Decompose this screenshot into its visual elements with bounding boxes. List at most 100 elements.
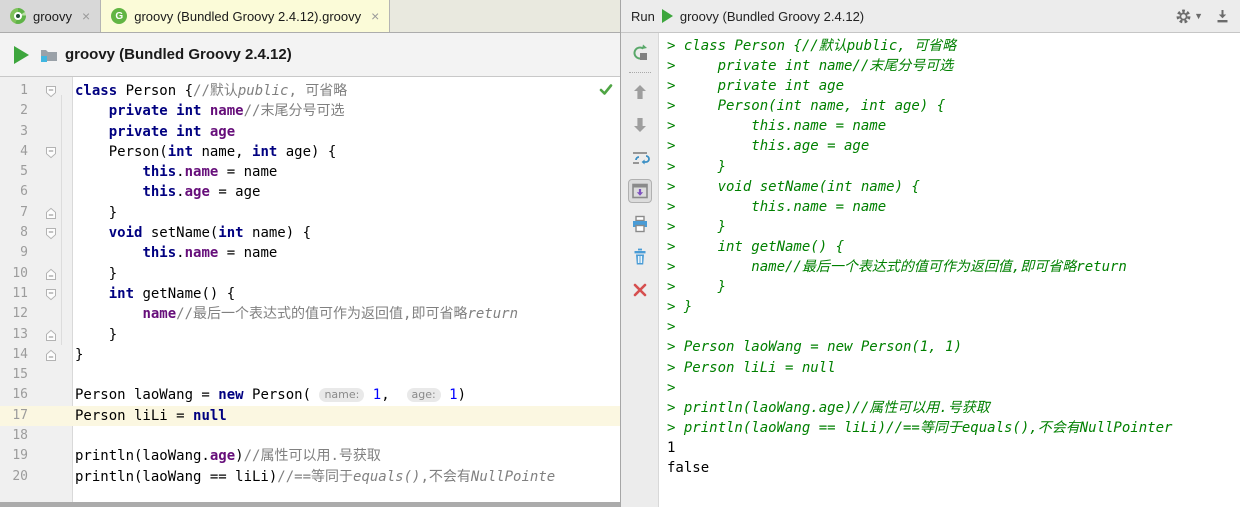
code-text: this.name = name (142, 245, 278, 262)
run-title: groovy (Bundled Groovy 2.4.12) (679, 8, 865, 24)
gear-icon[interactable]: ▼ (1175, 8, 1203, 25)
down-arrow-icon[interactable] (628, 113, 652, 137)
fold-open-icon[interactable] (45, 146, 57, 159)
fold-open-icon[interactable] (45, 85, 57, 98)
code-line[interactable]: 18 (0, 426, 620, 446)
line-number[interactable]: 19 (0, 446, 28, 466)
fold-column (28, 122, 72, 142)
code-line[interactable]: 8 void setName(int name) { (0, 223, 620, 243)
code-text: name//最后一个表达式的值可作为返回值,即可省略return (142, 306, 519, 323)
console-input-line: > println(laoWang == liLi)//==等同于equals(… (667, 419, 1173, 436)
console-input-line: > } (667, 158, 727, 175)
line-number[interactable]: 9 (0, 243, 28, 263)
line-number[interactable]: 8 (0, 223, 28, 243)
code-line[interactable]: 3 private int age (0, 122, 620, 142)
up-arrow-icon[interactable] (628, 80, 652, 104)
code-line[interactable]: 12 name//最后一个表达式的值可作为返回值,即可省略return (0, 304, 620, 324)
code-line[interactable]: 9 this.name = name (0, 243, 620, 263)
tab-close-icon[interactable]: × (371, 8, 379, 24)
toolbar-separator (628, 72, 651, 73)
line-number[interactable]: 11 (0, 284, 28, 304)
line-number[interactable]: 3 (0, 122, 28, 142)
fold-open-icon[interactable] (45, 227, 57, 240)
module-icon (41, 49, 57, 62)
inspections-ok-checkmark-icon[interactable] (599, 84, 613, 96)
fold-end-icon[interactable] (45, 349, 57, 362)
run-console-panel: Run groovy (Bundled Groovy 2.4.12) ▼ > c… (620, 0, 1240, 507)
code-line[interactable]: 11 int getName() { (0, 284, 620, 304)
code-text: } (75, 265, 118, 282)
code-text: this.name = name (142, 164, 278, 181)
line-number[interactable]: 15 (0, 365, 28, 385)
scroll-to-end-icon[interactable] (627, 179, 652, 203)
console-toolbar (621, 33, 659, 507)
line-number[interactable]: 16 (0, 385, 28, 405)
line-number[interactable]: 13 (0, 325, 28, 345)
code-line[interactable]: 1 class Person {//默认public, 可省略 (0, 81, 620, 101)
print-icon[interactable] (628, 212, 652, 236)
code-text: } (75, 204, 118, 221)
code-line[interactable]: 15 (0, 365, 620, 385)
close-icon[interactable] (628, 278, 652, 302)
console-input-line: > private int age (667, 78, 845, 95)
code-line[interactable]: 10 } (0, 264, 620, 284)
fold-column (28, 243, 72, 263)
code-line[interactable]: 4 Person(int name, int age) { (0, 142, 620, 162)
line-number[interactable]: 18 (0, 426, 28, 446)
line-number[interactable]: 17 (0, 406, 28, 426)
console-output[interactable]: > class Person {//默认public, 可省略 > private… (659, 33, 1240, 507)
line-number[interactable]: 1 (0, 81, 28, 101)
code-line[interactable]: 5 this.name = name (0, 162, 620, 182)
code-text: private int age (108, 123, 236, 140)
tab-close-icon[interactable]: × (82, 8, 90, 24)
console-input-line: > } (667, 279, 727, 296)
code-line[interactable]: 7 } (0, 203, 620, 223)
fold-open-icon[interactable] (45, 288, 57, 301)
run-status-play-icon (661, 9, 673, 23)
parameter-hint-chip: name: (319, 388, 365, 403)
fold-column (28, 304, 72, 324)
code-line[interactable]: 6 this.age = age (0, 182, 620, 202)
fold-end-icon[interactable] (45, 329, 57, 342)
code-text: Person(int name, int age) { (75, 143, 337, 160)
code-editor[interactable]: 1 class Person {//默认public, 可省略 2 private … (0, 77, 620, 502)
code-line-current[interactable]: 17 Person liLi = null (0, 405, 620, 427)
line-number[interactable]: 5 (0, 162, 28, 182)
run-config-name: groovy (Bundled Groovy 2.4.12) (65, 46, 292, 63)
fold-column (28, 426, 72, 446)
code-line[interactable]: 14} (0, 345, 620, 365)
console-input-line: > Person liLi = null (667, 359, 836, 376)
groovy-file-icon: G (111, 8, 128, 24)
run-button[interactable] (14, 45, 29, 64)
console-input-line: > Person laoWang = new Person(1, 1) (667, 339, 963, 356)
chevron-down-icon: ▼ (1194, 11, 1203, 21)
line-number[interactable]: 14 (0, 345, 28, 365)
soft-wrap-icon[interactable] (628, 146, 652, 170)
tab-groovy-console-file[interactable]: G groovy (Bundled Groovy 2.4.12).groovy … (101, 0, 391, 32)
rerun-icon[interactable] (628, 41, 652, 65)
clear-all-icon[interactable] (628, 245, 652, 269)
code-line[interactable]: 16 Person laoWang = new Person( name: 1, … (0, 385, 620, 405)
code-text: Person liLi = null (75, 407, 227, 424)
editor-bottom-scrollbar[interactable] (0, 502, 620, 507)
fold-column (28, 345, 72, 365)
code-line[interactable]: 2 private int name//末尾分号可选 (0, 101, 620, 121)
line-number[interactable]: 4 (0, 142, 28, 162)
code-line[interactable]: 20 println(laoWang == liLi)//==等同于equals(… (0, 467, 620, 487)
hide-panel-icon[interactable] (1215, 8, 1230, 24)
line-number[interactable]: 2 (0, 101, 28, 121)
line-number[interactable]: 20 (0, 467, 28, 487)
code-line[interactable]: 19 println(laoWang.age)//属性可以用.号获取 (0, 446, 620, 466)
fold-end-icon[interactable] (45, 207, 57, 220)
line-number[interactable]: 10 (0, 264, 28, 284)
code-text: println(laoWang.age)//属性可以用.号获取 (75, 448, 381, 465)
editor-tab-bar: groovy × G groovy (Bundled Groovy 2.4.12… (0, 0, 620, 33)
line-number[interactable]: 12 (0, 304, 28, 324)
line-number[interactable]: 7 (0, 203, 28, 223)
fold-end-icon[interactable] (45, 268, 57, 281)
tab-groovy[interactable]: groovy × (0, 0, 102, 32)
code-line[interactable]: 13 } (0, 325, 620, 345)
line-number[interactable]: 6 (0, 182, 28, 202)
fold-column (28, 101, 72, 121)
